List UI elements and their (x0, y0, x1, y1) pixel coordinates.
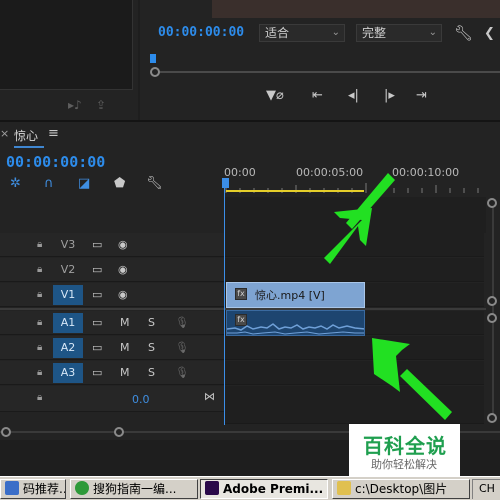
watermark-logo: 百科全说 助你轻松解决 (349, 424, 460, 476)
watermark-title: 百科全说 (363, 434, 447, 458)
folder-icon (337, 481, 351, 495)
premiere-icon (205, 481, 219, 495)
taskbar-item-active[interactable]: Adobe Premi... (200, 479, 328, 499)
window-icon (5, 481, 19, 495)
taskbar-item[interactable]: c:\Desktop\图片 (332, 479, 470, 499)
taskbar-item-label: 码推荐... (23, 482, 66, 496)
ime-indicator[interactable]: CH (472, 479, 500, 499)
watermark-subtitle: 助你轻松解决 (371, 458, 437, 471)
taskbar-item-label: Adobe Premi... (223, 482, 324, 496)
browser-icon (75, 481, 89, 495)
taskbar-item[interactable]: 码推荐... (0, 479, 66, 499)
taskbar-item[interactable]: 搜狗指南一编... (70, 479, 198, 499)
taskbar-item-label: c:\Desktop\图片 (355, 482, 448, 496)
windows-taskbar: 码推荐... 搜狗指南一编... Adobe Premi... c:\Deskt… (0, 476, 500, 500)
taskbar-item-label: 搜狗指南一编... (93, 482, 177, 496)
